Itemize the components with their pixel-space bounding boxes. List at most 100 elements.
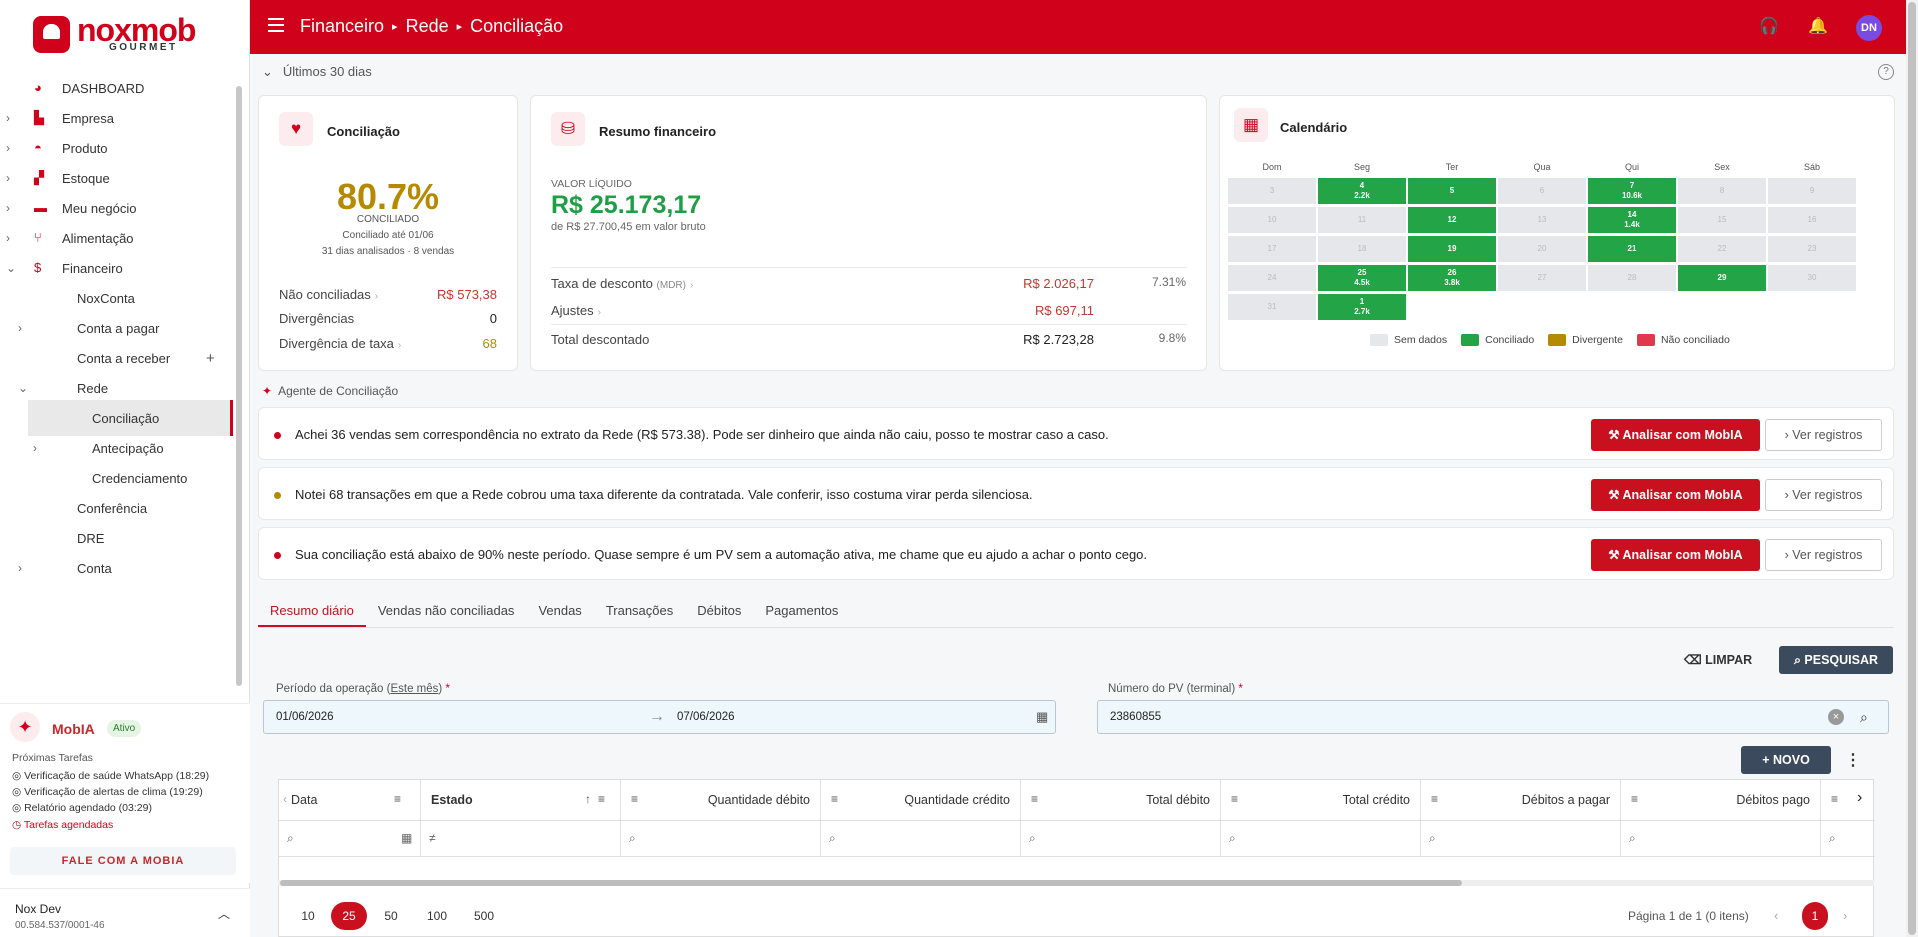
task-item[interactable]: ◎ Relatório agendado (03:29) xyxy=(12,802,152,814)
calendar-day[interactable]: 7 10.6k xyxy=(1588,178,1676,204)
column-header-debitos-a-pagar[interactable]: ≡ Débitos a pagar xyxy=(1421,780,1621,821)
column-header-estado[interactable]: Estado ↑ ≡ xyxy=(421,780,621,821)
analyse-mobia-button[interactable]: ⚒ Analisar com MobIA xyxy=(1591,539,1760,571)
filter-cell[interactable]: ⌕ xyxy=(1021,821,1221,857)
column-header-data[interactable]: ‹ Data ≡ xyxy=(279,780,421,821)
period-range-field[interactable]: 01/06/2026 → 07/06/2026 ▦ xyxy=(263,700,1056,734)
user-switcher[interactable]: Nox Dev 00.584.537/0001-46 ︿ xyxy=(0,888,250,937)
tab-pagamentos[interactable]: Pagamentos xyxy=(753,597,850,627)
tab-vendas[interactable]: Vendas xyxy=(526,597,593,627)
calendar-icon[interactable]: ▦ xyxy=(401,831,412,845)
filter-icon[interactable]: ≡ xyxy=(1031,792,1038,806)
clear-button[interactable]: ⌫ LIMPAR xyxy=(1684,647,1764,673)
calendar-day[interactable]: 30 xyxy=(1768,265,1856,291)
menu-icon[interactable] xyxy=(268,18,284,32)
filter-icon[interactable]: ≡ xyxy=(394,792,401,806)
nao-conciliadas-link[interactable]: Não conciliadas › xyxy=(279,287,378,302)
tab-vendas-nao-conciliadas[interactable]: Vendas não conciliadas xyxy=(366,597,527,627)
filter-cell[interactable]: ⌕ xyxy=(821,821,1021,857)
sort-ascending-icon[interactable]: ↑ xyxy=(585,792,591,806)
filter-icon[interactable]: ≡ xyxy=(1631,792,1638,806)
calendar-day[interactable]: 14 1.4k xyxy=(1588,207,1676,233)
tab-debitos[interactable]: Débitos xyxy=(685,597,753,627)
help-icon[interactable]: ? xyxy=(1878,64,1894,80)
sidebar-scrollbar[interactable] xyxy=(234,70,242,690)
calendar-day[interactable]: 31 xyxy=(1228,294,1316,320)
calendar-day[interactable]: 29 xyxy=(1678,265,1766,291)
chevron-right-icon[interactable]: › xyxy=(1857,789,1862,807)
pv-input[interactable]: 23860855 xyxy=(1110,711,1161,723)
add-icon[interactable]: + xyxy=(206,350,215,367)
contact-mobia-button[interactable]: FALE COM A MOBIA xyxy=(10,847,236,875)
brand-logo[interactable]: noxmob GOURMET xyxy=(33,12,218,56)
calendar-day[interactable]: 5 xyxy=(1408,178,1496,204)
clear-icon[interactable]: × xyxy=(1828,709,1844,725)
table-scroll-thumb[interactable] xyxy=(280,880,1462,886)
filter-icon[interactable]: ≡ xyxy=(1431,792,1438,806)
period-toggle[interactable]: ⌄ Últimos 30 dias xyxy=(262,64,372,80)
more-vertical-icon[interactable]: ⋮ xyxy=(1845,750,1861,770)
calendar-day[interactable]: 17 xyxy=(1228,236,1316,262)
tab-resumo-diario[interactable]: Resumo diário xyxy=(258,597,366,627)
page-size-500[interactable]: 500 xyxy=(466,902,502,930)
task-item[interactable]: ◎ Verificação de alertas de clima (19:29… xyxy=(12,786,203,798)
calendar-day[interactable]: 16 xyxy=(1768,207,1856,233)
tab-transacoes[interactable]: Transações xyxy=(594,597,685,627)
column-header-quantidade-credito[interactable]: ≡ Quantidade crédito xyxy=(821,780,1021,821)
avatar[interactable]: DN xyxy=(1856,15,1882,41)
calendar-icon[interactable]: ▦ xyxy=(1036,709,1048,725)
chevron-left-icon[interactable]: ‹ xyxy=(1774,908,1778,923)
table-horizontal-scrollbar[interactable] xyxy=(278,880,1874,886)
filter-icon[interactable]: ≡ xyxy=(1831,792,1838,806)
filter-cell[interactable]: ⌕ xyxy=(1621,821,1821,857)
calendar-day[interactable]: 22 xyxy=(1678,236,1766,262)
filter-cell[interactable]: ⌕ xyxy=(1821,821,1875,857)
filter-cell-estado[interactable]: ≠ xyxy=(421,821,621,857)
calendar-day[interactable]: 19 xyxy=(1408,236,1496,262)
calendar-day[interactable]: 18 xyxy=(1318,236,1406,262)
end-date-input[interactable]: 07/06/2026 xyxy=(677,711,735,723)
page-scroll-thumb[interactable] xyxy=(1908,2,1916,935)
analyse-mobia-button[interactable]: ⚒ Analisar com MobIA xyxy=(1591,479,1760,511)
start-date-input[interactable]: 01/06/2026 xyxy=(276,711,334,723)
calendar-day[interactable]: 15 xyxy=(1678,207,1766,233)
analyse-mobia-button[interactable]: ⚒ Analisar com MobIA xyxy=(1591,419,1760,451)
column-header-total-debito[interactable]: ≡ Total débito xyxy=(1021,780,1221,821)
new-button[interactable]: + NOVO xyxy=(1741,746,1831,774)
bell-icon[interactable]: 🔔 xyxy=(1807,16,1829,38)
breadcrumb-financeiro[interactable]: Financeiro xyxy=(300,16,384,37)
taxa-desconto-link[interactable]: Taxa de desconto (MDR) › xyxy=(551,276,693,291)
view-records-button[interactable]: › Ver registros xyxy=(1765,479,1882,511)
filter-icon[interactable]: ≡ xyxy=(598,792,605,806)
column-header-quantidade-debito[interactable]: ≡ Quantidade débito xyxy=(621,780,821,821)
scheduled-tasks-link[interactable]: ◷ Tarefas agendadas xyxy=(12,819,113,831)
calendar-day[interactable]: 3 xyxy=(1228,178,1316,204)
calendar-day[interactable]: 13 xyxy=(1498,207,1586,233)
chevron-left-icon[interactable]: ‹ xyxy=(283,792,287,806)
calendar-day[interactable]: 4 2.2k xyxy=(1318,178,1406,204)
calendar-day[interactable]: 8 xyxy=(1678,178,1766,204)
page-size-100[interactable]: 100 xyxy=(419,902,455,930)
filter-icon[interactable]: ≡ xyxy=(631,792,638,806)
filter-icon[interactable]: ≡ xyxy=(831,792,838,806)
column-header-more[interactable]: ≡ › xyxy=(1821,780,1875,821)
breadcrumb-rede[interactable]: Rede xyxy=(406,16,449,37)
column-header-debitos-pago[interactable]: ≡ Débitos pago xyxy=(1621,780,1821,821)
filter-icon[interactable]: ≡ xyxy=(1231,792,1238,806)
page-size-50[interactable]: 50 xyxy=(373,902,409,930)
calendar-day[interactable]: 20 xyxy=(1498,236,1586,262)
sidebar-item-conta[interactable]: › Conta xyxy=(0,550,240,586)
calendar-day[interactable]: 25 4.5k xyxy=(1318,265,1406,291)
calendar-day[interactable]: 11 xyxy=(1318,207,1406,233)
este-mes-link[interactable]: Este mês xyxy=(390,683,438,695)
headset-icon[interactable]: 🎧 xyxy=(1758,16,1780,38)
calendar-day[interactable]: 21 xyxy=(1588,236,1676,262)
calendar-day[interactable]: 26 3.8k xyxy=(1408,265,1496,291)
chevron-right-icon[interactable]: › xyxy=(1843,908,1847,923)
calendar-day[interactable]: 12 xyxy=(1408,207,1496,233)
pv-field[interactable]: 23860855 × ⌕ xyxy=(1097,700,1889,734)
calendar-day[interactable]: 1 2.7k xyxy=(1318,294,1406,320)
filter-cell[interactable]: ⌕ xyxy=(1221,821,1421,857)
calendar-day[interactable]: 28 xyxy=(1588,265,1676,291)
filter-cell[interactable]: ⌕ xyxy=(1421,821,1621,857)
